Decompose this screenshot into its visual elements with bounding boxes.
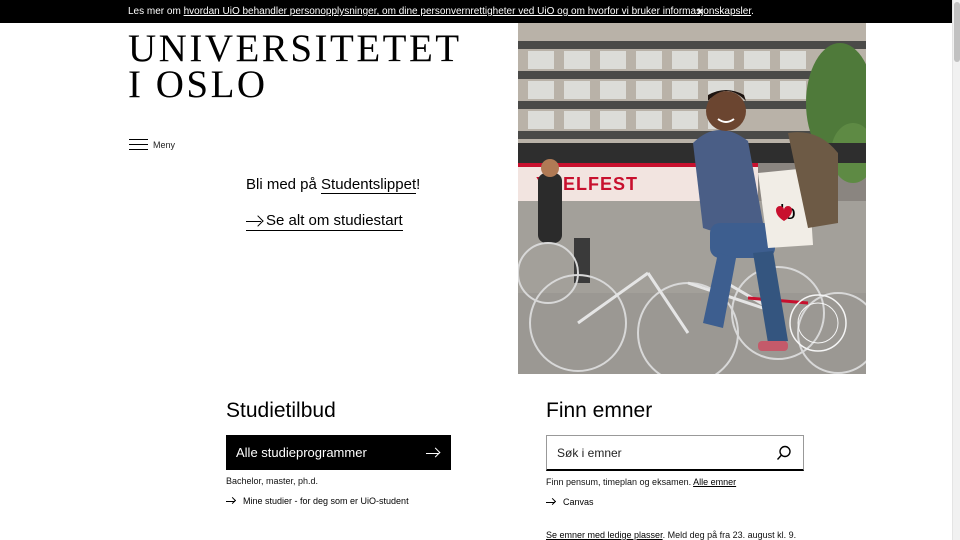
menu-label: Meny: [153, 139, 176, 150]
studietilbud-heading: Studietilbud: [226, 399, 336, 422]
arrow-right-icon: [226, 496, 237, 505]
all-study-programs-button[interactable]: Alle studieprogrammer: [226, 435, 451, 470]
finn-emner-heading: Finn emner: [546, 399, 653, 422]
hamburger-icon: [129, 139, 148, 150]
cookie-banner: Les mer om hvordan UiO behandler persono…: [0, 0, 952, 23]
course-info-label: Finn pensum, timeplan og eksamen.: [546, 477, 694, 487]
my-studies-label: Mine studier - for deg som er UiO-studen…: [243, 496, 409, 506]
promo-prefix: Bli med på: [246, 176, 322, 193]
menu-button[interactable]: Meny: [129, 139, 175, 150]
close-icon[interactable]: ×: [697, 6, 703, 18]
all-study-programs-label: Alle studieprogrammer: [236, 445, 367, 460]
course-search-box: [546, 435, 804, 471]
course-info-text: Finn pensum, timeplan og eksamen. Alle e…: [546, 477, 736, 487]
scrollbar-thumb[interactable]: [954, 2, 960, 62]
my-studies-link[interactable]: Mine studier - for deg som er UiO-studen…: [226, 496, 409, 506]
search-icon[interactable]: [769, 438, 799, 468]
arrow-right-icon: [246, 214, 264, 227]
scrollbar[interactable]: [952, 0, 960, 540]
open-courses-info: . Meld deg på fra 23. august kl. 9.: [662, 530, 797, 540]
all-courses-link[interactable]: Alle emner: [693, 477, 736, 487]
logo-line-1: UNIVERSITETET: [128, 27, 462, 70]
studiestart-label: Se alt om studiestart: [266, 212, 403, 229]
course-search-input[interactable]: [557, 445, 769, 460]
logo-line-2: I OSLO: [128, 63, 268, 106]
studiestart-link[interactable]: Se alt om studiestart: [246, 212, 403, 231]
cookie-banner-suffix: .: [751, 6, 754, 17]
open-courses-link[interactable]: Se emner med ledige plasser: [546, 530, 663, 540]
arrow-right-icon: [426, 447, 441, 458]
cookie-banner-prefix: Les mer om: [128, 6, 184, 17]
arrow-right-icon: [546, 497, 557, 506]
hero-image: YKELFEST lo: [518, 23, 866, 374]
study-levels-text: Bachelor, master, ph.d.: [226, 476, 319, 486]
canvas-label: Canvas: [563, 497, 594, 507]
promo-suffix: !: [416, 176, 421, 193]
uio-logo[interactable]: UNIVERSITETET I OSLO: [128, 27, 462, 106]
promo-text: Bli med på Studentslippet!: [246, 176, 421, 194]
cookie-banner-text: Les mer om hvordan UiO behandler persono…: [128, 6, 754, 17]
privacy-link[interactable]: hvordan UiO behandler personopplysninger…: [184, 6, 752, 17]
open-courses-text: Se emner med ledige plasser. Meld deg på…: [546, 530, 796, 540]
canvas-link[interactable]: Canvas: [546, 497, 594, 507]
studentslippet-link[interactable]: Studentslippet: [321, 176, 417, 194]
